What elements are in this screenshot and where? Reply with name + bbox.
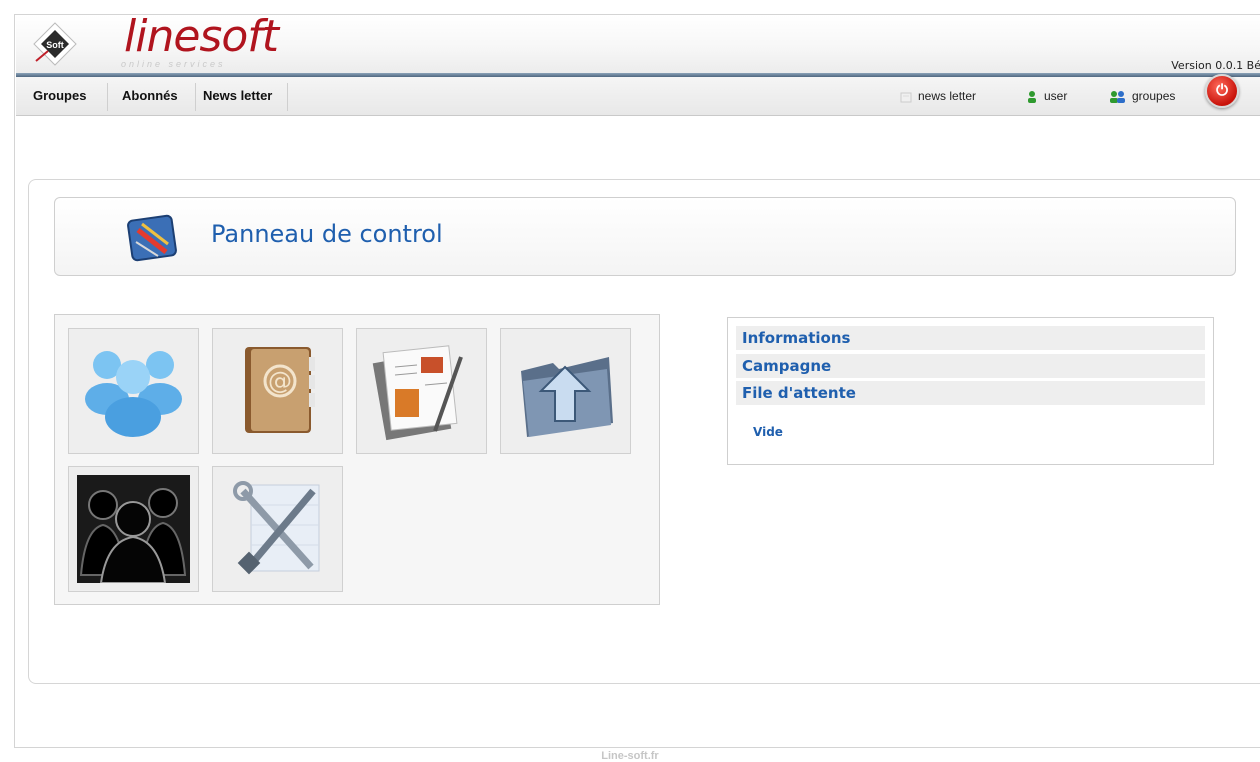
tile-newsletter[interactable] bbox=[356, 328, 487, 454]
quick-link-label: groupes bbox=[1132, 89, 1176, 103]
page-title-box: Panneau de control bbox=[54, 197, 1236, 276]
brand-tagline: online services bbox=[121, 59, 226, 69]
user-icon bbox=[1028, 90, 1036, 103]
logo-icon: Soft bbox=[33, 22, 77, 66]
control-panel-icon bbox=[127, 214, 177, 262]
quick-link-user[interactable]: user bbox=[1025, 77, 1067, 115]
quick-link-label: user bbox=[1044, 89, 1068, 103]
tile-upload[interactable] bbox=[500, 328, 631, 454]
menu-item-groupes[interactable]: Groupes bbox=[33, 77, 86, 115]
version-label: Version 0.0.1 Bé bbox=[1171, 59, 1260, 72]
menu-separator bbox=[195, 83, 196, 111]
tile-abonnes[interactable]: @ bbox=[212, 328, 343, 454]
document-edit-icon bbox=[372, 345, 463, 441]
brand-name: linesoft bbox=[124, 11, 279, 62]
tile-groupes[interactable] bbox=[68, 328, 199, 454]
subscribers-silhouette-icon bbox=[77, 475, 190, 583]
info-row-file-attente[interactable]: File d'attente bbox=[736, 381, 1205, 405]
info-panel: Informations Campagne File d'attente Vid… bbox=[727, 317, 1214, 465]
folder-upload-icon bbox=[521, 357, 613, 437]
power-icon: ⏻ bbox=[1216, 82, 1228, 99]
logo-text: Soft bbox=[46, 40, 64, 50]
quick-link-groupes[interactable]: groupes bbox=[1109, 77, 1175, 115]
menu-bar: Groupes Abonnés News letter news letter … bbox=[16, 77, 1260, 116]
newsletter-icon bbox=[900, 92, 912, 103]
info-row-informations[interactable]: Informations bbox=[736, 326, 1205, 350]
tile-abonnes-silhouettes[interactable] bbox=[68, 466, 199, 592]
menu-item-newsletter[interactable]: News letter bbox=[203, 77, 272, 115]
groups-blue-icon bbox=[85, 351, 182, 437]
menu-separator bbox=[107, 83, 108, 111]
queue-status: Vide bbox=[753, 425, 783, 439]
tile-parametres[interactable] bbox=[212, 466, 343, 592]
page-title: Panneau de control bbox=[211, 220, 443, 248]
menu-item-abonnes[interactable]: Abonnés bbox=[122, 77, 178, 115]
menu-separator bbox=[287, 83, 288, 111]
logout-power-button[interactable]: ⏻ bbox=[1205, 74, 1239, 108]
address-book-icon: @ bbox=[245, 347, 315, 433]
quick-link-newsletter[interactable]: news letter bbox=[899, 77, 976, 115]
groups-icon bbox=[1110, 90, 1125, 103]
tools-icon bbox=[233, 481, 320, 575]
module-grid: @ bbox=[54, 314, 660, 605]
quick-link-label: news letter bbox=[918, 89, 977, 103]
header: Soft linesoft online services Version 0.… bbox=[16, 11, 1260, 73]
footer-text: Line-soft.fr bbox=[601, 750, 659, 762]
svg-text:@: @ bbox=[268, 367, 292, 395]
info-row-campagne[interactable]: Campagne bbox=[736, 354, 1205, 378]
